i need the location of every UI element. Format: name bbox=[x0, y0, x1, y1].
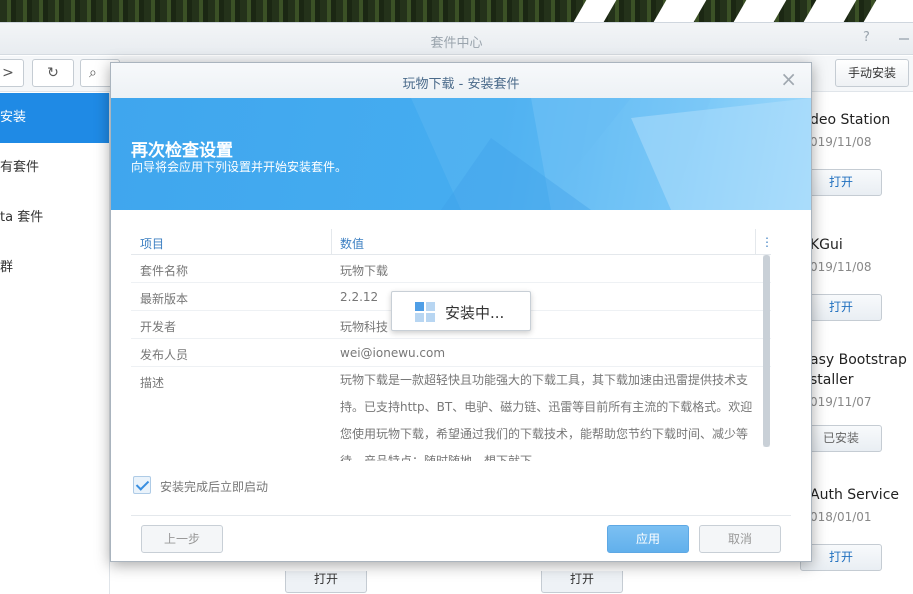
package-name-line2: staller bbox=[810, 372, 854, 388]
table-row: 发布人员 wei@ionewu.com bbox=[131, 339, 771, 367]
installing-text: 安装中... bbox=[445, 304, 505, 322]
package-name: KGui bbox=[810, 237, 843, 253]
back-button[interactable]: 上一步 bbox=[141, 525, 223, 553]
table-header: 项目 数值 bbox=[131, 229, 771, 255]
package-date: 019/11/08 bbox=[810, 260, 872, 274]
open-button[interactable]: 打开 bbox=[800, 169, 882, 196]
sidebar-item-label: ta 套件 bbox=[0, 210, 44, 225]
refresh-icon: ↻ bbox=[47, 65, 59, 81]
row-value: 2.2.12 bbox=[340, 290, 379, 304]
column-divider[interactable] bbox=[755, 229, 756, 255]
row-key: 开发者 bbox=[140, 320, 177, 334]
open-button[interactable]: 打开 bbox=[800, 544, 882, 571]
start-after-install-checkbox[interactable] bbox=[133, 476, 151, 494]
apply-button[interactable]: 应用 bbox=[607, 525, 689, 553]
package-name: Auth Service bbox=[810, 487, 900, 503]
forward-button[interactable]: > bbox=[0, 59, 24, 87]
row-key: 最新版本 bbox=[140, 292, 189, 306]
help-icon[interactable]: ? bbox=[863, 30, 877, 46]
manual-install-button[interactable]: 手动安装 bbox=[835, 59, 909, 87]
package-date: 019/11/07 bbox=[810, 395, 872, 409]
table-row: 描述 玩物下载是一款超轻快且功能强大的下载工具，其下载加速由迅雷提供技术支持。已… bbox=[131, 367, 771, 461]
package-card[interactable]: Auth Service 018/01/01 打开 bbox=[800, 480, 913, 594]
loading-icon bbox=[415, 302, 435, 322]
wallpaper-shape bbox=[573, 0, 617, 22]
column-divider[interactable] bbox=[331, 229, 332, 255]
package-card[interactable]: deo Station 019/11/08 打开 bbox=[800, 105, 913, 231]
minimize-icon[interactable] bbox=[899, 38, 909, 40]
search-icon: ⌕ bbox=[89, 65, 97, 81]
package-date: 019/11/08 bbox=[810, 135, 872, 149]
sidebar-item-beta[interactable]: ta 套件 bbox=[0, 193, 109, 243]
settings-table: 项目 数值 套件名称 玩物下载 最新版本 2.2.12 开发者 玩物科技 发布人… bbox=[131, 229, 771, 461]
sidebar-item-label: 安装 bbox=[0, 110, 27, 125]
row-key: 发布人员 bbox=[140, 348, 189, 362]
package-center-titlebar: 套件中心 ? bbox=[0, 23, 913, 55]
row-value: 玩物下载 bbox=[340, 264, 389, 278]
wallpaper-shape bbox=[803, 0, 857, 22]
dialog-subheading: 向导将会应用下列设置并开始安装套件。 bbox=[131, 160, 348, 174]
window-title: 套件中心 bbox=[430, 36, 483, 51]
row-value: wei@ionewu.com bbox=[340, 346, 446, 360]
row-value: 玩物科技 bbox=[340, 320, 389, 334]
wallpaper-shape bbox=[653, 0, 707, 22]
package-name: deo Station bbox=[810, 112, 891, 128]
sidebar-item-installed[interactable]: 安装 bbox=[0, 93, 109, 143]
sidebar: 安装 有套件 ta 套件 群 bbox=[0, 93, 110, 594]
refresh-button[interactable]: ↻ bbox=[32, 59, 74, 87]
open-button[interactable]: 打开 bbox=[541, 571, 623, 593]
start-after-install-label: 安装完成后立即启动 bbox=[160, 480, 269, 494]
package-date: 018/01/01 bbox=[810, 510, 872, 524]
column-menu-icon[interactable]: ⋮ bbox=[761, 235, 773, 249]
scrollbar-thumb[interactable] bbox=[763, 255, 770, 447]
footer-divider bbox=[131, 515, 791, 516]
cancel-button[interactable]: 取消 bbox=[699, 525, 781, 553]
row-key: 描述 bbox=[140, 376, 165, 390]
column-header-item[interactable]: 项目 bbox=[140, 235, 164, 252]
package-name: asy Bootstrap bbox=[810, 352, 907, 368]
installed-button[interactable]: 已安装 bbox=[800, 425, 882, 452]
sidebar-item-label: 有套件 bbox=[0, 160, 40, 175]
package-card[interactable]: KGui 019/11/08 打开 bbox=[800, 230, 913, 356]
sidebar-item-community[interactable]: 群 bbox=[0, 243, 109, 293]
dialog-titlebar: 玩物下载 - 安装套件 × bbox=[111, 63, 811, 98]
sidebar-item-label: 群 bbox=[0, 260, 14, 275]
wallpaper-shape bbox=[863, 0, 913, 22]
row-key: 套件名称 bbox=[140, 264, 189, 278]
close-icon[interactable]: × bbox=[780, 69, 797, 89]
installing-popup: 安装中... bbox=[391, 291, 531, 331]
column-header-value[interactable]: 数值 bbox=[340, 235, 364, 252]
sidebar-item-all[interactable]: 有套件 bbox=[0, 143, 109, 193]
desktop-wallpaper bbox=[0, 0, 913, 22]
open-button[interactable]: 打开 bbox=[800, 294, 882, 321]
dialog-banner: 再次检查设置 向导将会应用下列设置并开始安装套件。 bbox=[111, 98, 811, 210]
wallpaper-shape bbox=[733, 0, 787, 22]
table-row: 套件名称 玩物下载 bbox=[131, 255, 771, 283]
install-wizard-dialog: 玩物下载 - 安装套件 × 再次检查设置 向导将会应用下列设置并开始安装套件。 … bbox=[110, 62, 812, 562]
chevron-right-icon: > bbox=[2, 65, 14, 81]
dialog-title: 玩物下载 - 安装套件 bbox=[402, 77, 520, 92]
package-card[interactable]: asy Bootstrap staller 019/11/07 已安装 bbox=[800, 345, 913, 471]
open-button[interactable]: 打开 bbox=[285, 571, 367, 593]
row-value: 玩物下载是一款超轻快且功能强大的下载工具，其下载加速由迅雷提供技术支持。已支持h… bbox=[340, 373, 753, 461]
